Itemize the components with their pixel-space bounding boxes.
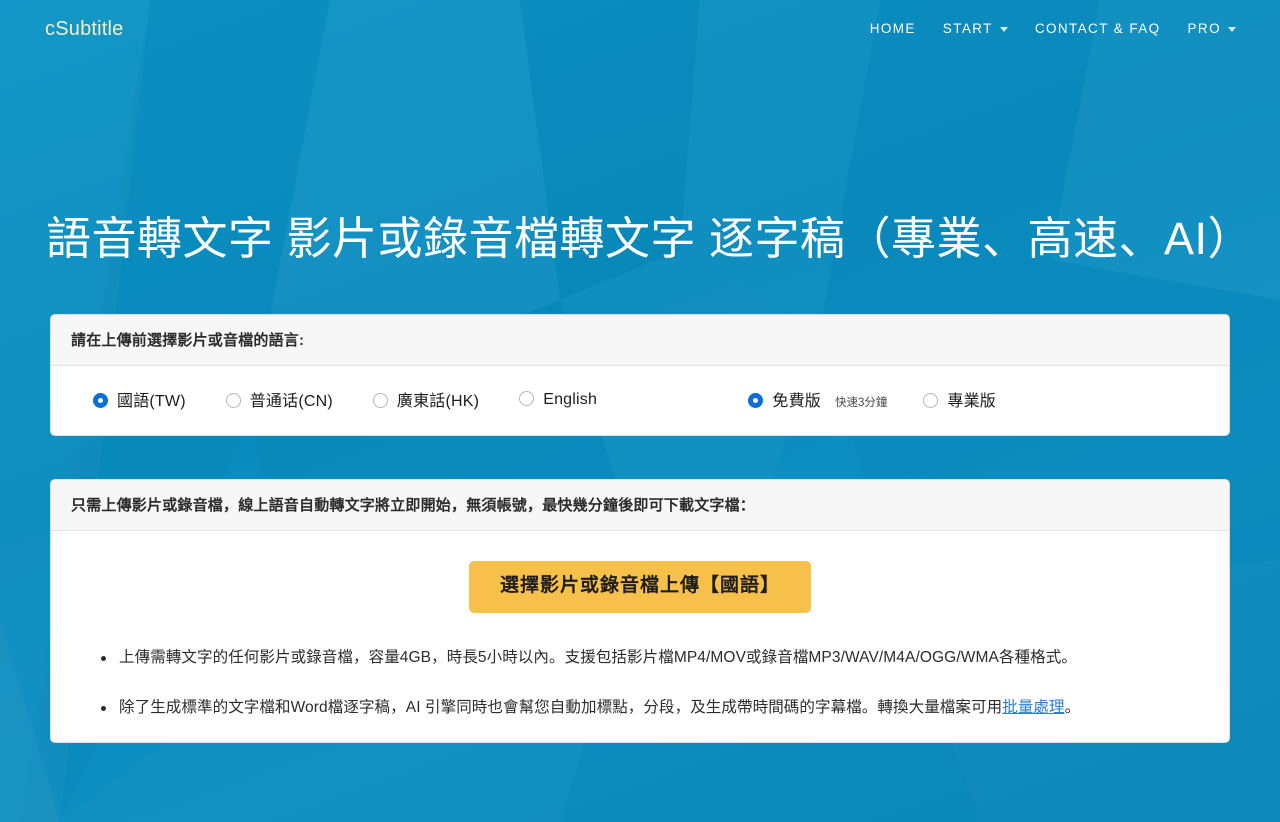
list-item: 除了生成標準的文字檔和Word檔逐字稿，AI 引擎同時也會幫您自動加標點，分段，…	[101, 696, 1209, 720]
nav-item-start[interactable]: START	[943, 21, 1008, 36]
upload-card-header: 只需上傳影片或錄音檔，線上語音自動轉文字將立即開始，無須帳號，最快幾分鐘後即可下…	[51, 479, 1229, 531]
language-card-body: 國語(TW) 普通话(CN) 廣東話(HK) English 免費版 快速3分鐘…	[51, 366, 1229, 435]
radio-option-english[interactable]: English	[519, 389, 597, 409]
nav-item-label: START	[942, 21, 993, 36]
nav-item-pro[interactable]: PRO	[1188, 21, 1236, 36]
nav-item-label: CONTACT & FAQ	[1034, 21, 1161, 36]
site-header: cSubtitle HOME START CONTACT & FAQ PRO	[0, 0, 1280, 57]
upload-file-button[interactable]: 選擇影片或錄音檔上傳【國語】	[468, 560, 811, 613]
radio-option-label: English	[543, 390, 598, 408]
radio-indicator[interactable]	[93, 392, 108, 408]
radio-option-cn[interactable]: 普通话(CN)	[225, 387, 333, 411]
feature-bullet-list: 上傳需轉文字的任何影片或錄音檔，容量4GB，時長5小時以內。支援包括影片檔MP4…	[71, 646, 1209, 720]
radio-option-label: 國語(TW)	[117, 392, 186, 410]
radio-option-hk[interactable]: 廣東話(HK)	[372, 387, 480, 411]
bullet-text: 上傳需轉文字的任何影片或錄音檔，容量4GB，時長5小時以內。支援包括影片檔MP4…	[119, 648, 1077, 666]
radio-indicator[interactable]	[923, 392, 939, 408]
radio-indicator[interactable]	[519, 390, 535, 406]
radio-indicator[interactable]	[225, 392, 241, 408]
nav-item-home[interactable]: HOME	[870, 21, 916, 36]
radio-option-label: 專業版	[947, 392, 996, 410]
radio-option-label: 免費版	[772, 392, 821, 410]
brand-logo[interactable]: cSubtitle	[45, 19, 124, 39]
language-selection-card: 請在上傳前選擇影片或音檔的語言: 國語(TW) 普通话(CN) 廣東話(HK)	[50, 313, 1230, 436]
chevron-down-icon	[999, 27, 1008, 32]
language-card-header: 請在上傳前選擇影片或音檔的語言:	[51, 314, 1229, 366]
hero-section: 語音轉文字 影片或錄音檔轉文字 逐字稿（專業、高速、AI）	[0, 57, 1280, 267]
upload-button-container: 選擇影片或錄音檔上傳【國語】	[71, 549, 1209, 619]
batch-processing-link[interactable]: 批量處理	[1002, 699, 1064, 716]
radio-option-label: 廣東話(HK)	[396, 392, 480, 410]
radio-indicator[interactable]	[748, 392, 764, 408]
main-content: 請在上傳前選擇影片或音檔的語言: 國語(TW) 普通话(CN) 廣東話(HK)	[50, 267, 1230, 743]
radio-option-label: 普通话(CN)	[249, 392, 333, 410]
bullet-text-after: 。	[1064, 698, 1081, 716]
radio-option-free-plan[interactable]: 免費版 快速3分鐘	[748, 387, 887, 411]
nav-item-label: HOME	[869, 21, 916, 36]
upload-card: 只需上傳影片或錄音檔，線上語音自動轉文字將立即開始，無須帳號，最快幾分鐘後即可下…	[50, 478, 1230, 743]
bullet-text: 除了生成標準的文字檔和Word檔逐字稿，AI 引擎同時也會幫您自動加標點，分段，…	[119, 698, 1003, 716]
upload-card-body: 選擇影片或錄音檔上傳【國語】 上傳需轉文字的任何影片或錄音檔，容量4GB，時長5…	[51, 531, 1229, 742]
radio-option-pro-plan[interactable]: 專業版	[923, 387, 996, 411]
radio-indicator[interactable]	[372, 392, 388, 408]
main-navigation: HOME START CONTACT & FAQ PRO	[870, 21, 1236, 36]
page-title: 語音轉文字 影片或錄音檔轉文字 逐字稿（專業、高速、AI）	[46, 213, 1254, 264]
radio-option-note: 快速3分鐘	[834, 396, 888, 409]
list-item: 上傳需轉文字的任何影片或錄音檔，容量4GB，時長5小時以內。支援包括影片檔MP4…	[101, 646, 1209, 670]
chevron-down-icon	[1228, 27, 1236, 32]
options-row: 國語(TW) 普通话(CN) 廣東話(HK) English 免費版 快速3分鐘…	[71, 384, 1209, 415]
plan-radio-group: 免費版 快速3分鐘 專業版	[748, 387, 1187, 411]
nav-item-label: PRO	[1187, 21, 1221, 36]
nav-item-contact-faq[interactable]: CONTACT & FAQ	[1035, 21, 1161, 36]
language-radio-group: 國語(TW) 普通话(CN) 廣東話(HK) English	[93, 387, 597, 411]
radio-option-tw[interactable]: 國語(TW)	[93, 387, 186, 411]
